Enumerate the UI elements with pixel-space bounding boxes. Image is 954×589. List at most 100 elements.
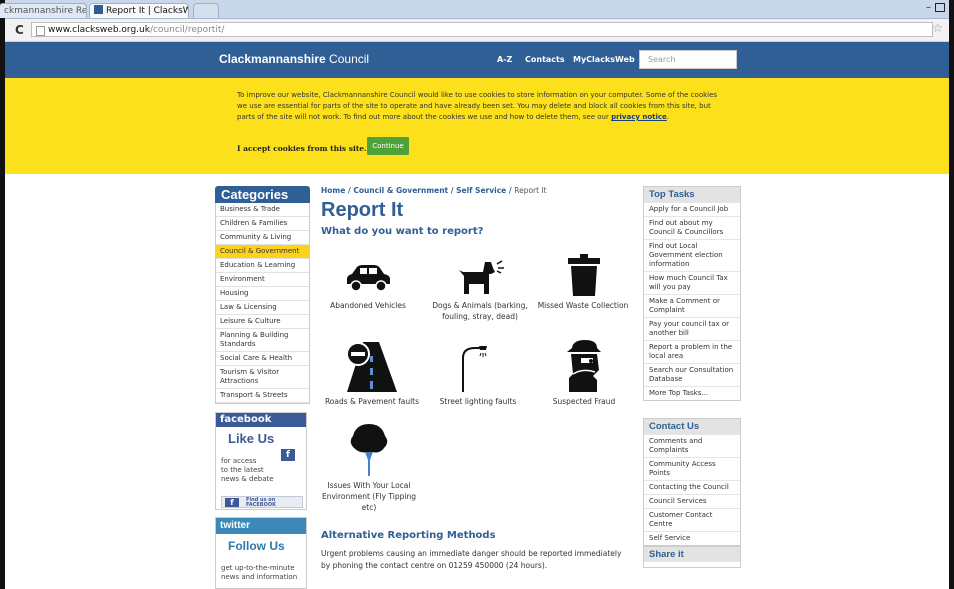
top-tasks-list: Apply for a Council Job Find out about my… (644, 202, 740, 400)
contact-us-item[interactable]: Council Services (644, 494, 740, 508)
facebook-text-line: for access (221, 457, 257, 465)
breadcrumb-council-government[interactable]: Council & Government (353, 186, 448, 195)
tab-label: ckmannanshire Re (4, 6, 87, 16)
report-roads-pavement[interactable]: Roads & Pavement faults (317, 340, 427, 407)
categories-panel: Categories Business & Trade Children & Fa… (215, 186, 310, 404)
page-title: Report It (321, 199, 404, 221)
cookie-text: To improve our website, Clackmannanshire… (237, 91, 718, 121)
contact-us-panel: Contact Us Comments and Complaints Commun… (643, 418, 741, 546)
top-task-item[interactable]: More Top Tasks... (644, 386, 740, 400)
contact-us-item[interactable]: Self Service (644, 531, 740, 545)
maximize-icon[interactable] (935, 3, 945, 12)
category-item[interactable]: Education & Learning (216, 259, 309, 273)
cookie-banner: To improve our website, Clackmannanshire… (5, 78, 949, 174)
facebook-icon: f (281, 449, 295, 461)
road-icon (346, 342, 397, 392)
page-subtitle: What do you want to report? (321, 226, 484, 237)
alternative-methods-text: Urgent problems causing an immediate dan… (321, 549, 622, 570)
category-item[interactable]: Law & Licensing (216, 301, 309, 315)
url-path: /council/reportit/ (149, 25, 225, 35)
address-bar: C www.clacksweb.org.uk/council/reportit/… (5, 19, 949, 42)
reload-icon[interactable]: C (15, 23, 24, 37)
continue-button[interactable]: Continue (367, 137, 409, 155)
brand-bold: Clackmannanshire (219, 52, 326, 66)
search-input[interactable]: Search (639, 50, 737, 69)
nav-contacts[interactable]: Contacts (525, 55, 565, 64)
report-label: Suspected Fraud (552, 397, 616, 406)
share-it-panel: Share it (643, 546, 741, 568)
category-item[interactable]: Housing (216, 287, 309, 301)
new-tab-button[interactable] (193, 3, 219, 18)
facebook-f-icon: f (225, 498, 239, 507)
categories-title: Categories (215, 186, 310, 203)
category-item[interactable]: Community & Living (216, 231, 309, 245)
twitter-text-line: news and information (221, 573, 298, 581)
top-task-item[interactable]: Find out Local Government election infor… (644, 239, 740, 271)
top-task-item[interactable]: Search our Consultation Database (644, 363, 740, 386)
report-suspected-fraud[interactable]: Suspected Fraud (529, 338, 639, 407)
category-item[interactable]: Council & Government (216, 245, 309, 259)
top-task-item[interactable]: Find out about my Council & Councillors (644, 216, 740, 239)
breadcrumb: Home / Council & Government / Self Servi… (321, 186, 547, 195)
accept-text: I accept cookies from this site. (237, 144, 367, 153)
fraud-icon (567, 340, 601, 392)
report-label: Issues With Your Local Environment (Fly … (322, 481, 416, 512)
report-label: Missed Waste Collection (537, 301, 629, 310)
url-host: www.clacksweb.org.uk (48, 25, 150, 35)
tab-report-it[interactable]: Report It | ClacksWe × (89, 3, 189, 18)
category-item[interactable]: Social Care & Health (216, 352, 309, 366)
contact-us-item[interactable]: Contacting the Council (644, 480, 740, 494)
twitter-text: get up-to-the-minute news and informatio… (221, 564, 297, 582)
report-label: Abandoned Vehicles (330, 301, 406, 310)
bin-icon (568, 254, 600, 296)
top-task-item[interactable]: Make a Comment or Complaint (644, 294, 740, 317)
contact-us-item[interactable]: Community Access Points (644, 457, 740, 480)
report-street-lighting[interactable]: Street lighting faults (423, 340, 533, 407)
site-logo[interactable]: Clackmannanshire Council (219, 52, 369, 66)
favicon-icon (94, 5, 103, 14)
tree-icon (350, 424, 388, 476)
top-task-item[interactable]: How much Council Tax will you pay (644, 271, 740, 294)
breadcrumb-current: Report It (514, 186, 547, 195)
category-item[interactable]: Leisure & Culture (216, 315, 309, 329)
breadcrumb-self-service[interactable]: Self Service (456, 186, 506, 195)
nav-myclacksweb[interactable]: MyClacksWeb (573, 55, 635, 64)
site-header: Clackmannanshire Council A-Z Contacts My… (5, 42, 949, 78)
contact-us-list: Comments and Complaints Community Access … (644, 434, 740, 545)
category-item[interactable]: Environment (216, 273, 309, 287)
tab-label: Report It | ClacksWe (106, 6, 189, 16)
minimize-icon[interactable]: – (926, 2, 931, 13)
category-item[interactable]: Tourism & Visitor Attractions (216, 366, 309, 389)
report-dogs-animals[interactable]: Dogs & Animals (barking, fouling, stray,… (425, 252, 535, 322)
top-task-item[interactable]: Pay your council tax or another bill (644, 317, 740, 340)
window-frame-right (949, 0, 954, 589)
contact-us-item[interactable]: Customer Contact Centre (644, 508, 740, 531)
url-input[interactable]: www.clacksweb.org.uk/council/reportit/ (31, 22, 933, 37)
privacy-notice-link[interactable]: privacy notice (611, 113, 667, 121)
contact-us-item[interactable]: Comments and Complaints (644, 434, 740, 457)
category-item[interactable]: Children & Families (216, 217, 309, 231)
report-local-environment[interactable]: Issues With Your Local Environment (Fly … (314, 422, 424, 513)
report-label: Dogs & Animals (barking, fouling, stray,… (432, 301, 528, 321)
accept-cookies-label: I accept cookies from this site. (237, 143, 380, 153)
category-item[interactable]: Business & Trade (216, 203, 309, 217)
category-item[interactable]: Transport & Streets (216, 389, 309, 403)
bookmark-star-icon[interactable]: ☆ (932, 21, 943, 35)
nav-a-z[interactable]: A-Z (497, 55, 512, 64)
category-item[interactable]: Planning & Building Standards (216, 329, 309, 352)
find-us-on-facebook-button[interactable]: f Find us on FACEBOOK (221, 496, 303, 508)
top-task-item[interactable]: Apply for a Council Job (644, 202, 740, 216)
facebook-text-line: to the latest (221, 466, 264, 474)
share-it-title: Share it (644, 547, 740, 562)
breadcrumb-home[interactable]: Home (321, 186, 345, 195)
top-task-item[interactable]: Report a problem in the local area (644, 340, 740, 363)
tab-clackmannanshire[interactable]: ckmannanshire Re × (0, 3, 87, 18)
twitter-widget: twitter Follow Us get up-to-the-minute n… (215, 517, 307, 589)
report-missed-waste[interactable]: Missed Waste Collection (528, 252, 638, 311)
like-us-heading: Like Us (228, 431, 275, 446)
contact-us-title: Contact Us (644, 419, 740, 434)
facebook-text: for access to the latest news & debate (221, 457, 274, 484)
browser-tab-bar: ckmannanshire Re × Report It | ClacksWe … (0, 0, 949, 19)
report-label: Roads & Pavement faults (324, 397, 420, 406)
report-abandoned-vehicles[interactable]: Abandoned Vehicles (313, 256, 423, 311)
